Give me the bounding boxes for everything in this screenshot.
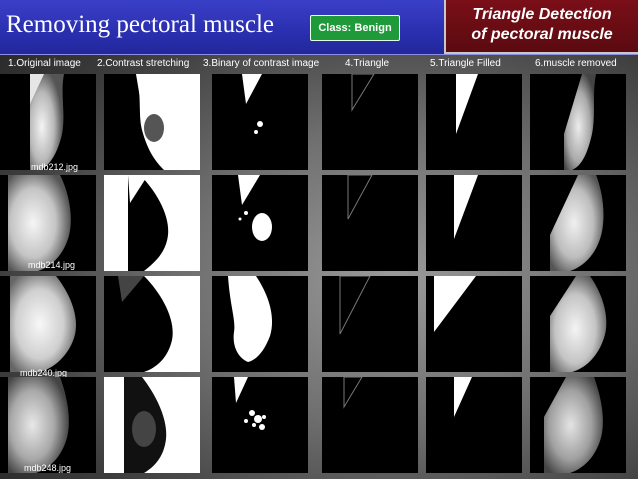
muscle-removed-image-mdb212 bbox=[530, 74, 626, 170]
muscle-removed-image-mdb240 bbox=[530, 276, 626, 372]
column-label-binary: 3.Binary of contrast image bbox=[203, 58, 320, 69]
triangle-image-mdb212 bbox=[322, 74, 418, 170]
binary-image-mdb214 bbox=[212, 175, 308, 271]
filename-mdb248: mdb248.jpg bbox=[24, 463, 72, 473]
column-label-triangle: 4.Triangle bbox=[345, 58, 390, 69]
binary-image-mdb212 bbox=[212, 74, 308, 170]
triangle-image-mdb240 bbox=[322, 276, 418, 372]
triangle-filled-image-mdb240 bbox=[426, 276, 522, 372]
binary-image-mdb248 bbox=[212, 377, 308, 473]
triangle-title-line1: Triangle Detection bbox=[472, 6, 612, 23]
triangle-filled-image-mdb212 bbox=[426, 74, 522, 170]
triangle-filled-image-mdb248 bbox=[426, 377, 522, 473]
triangle-title-line2: of pectoral muscle bbox=[471, 26, 613, 43]
slide-header: Removing pectoral muscle Class: Benign T… bbox=[0, 0, 638, 55]
filename-mdb214: mdb214.jpg bbox=[28, 260, 76, 270]
contrast-image-mdb248 bbox=[104, 377, 200, 473]
column-label-triangle-filled: 5.Triangle Filled bbox=[430, 58, 501, 69]
column-label-original: 1.Original image bbox=[8, 58, 81, 69]
original-image-mdb248 bbox=[0, 377, 96, 473]
slide-title: Removing pectoral muscle bbox=[6, 11, 274, 38]
original-image-mdb240 bbox=[0, 276, 96, 372]
contrast-image-mdb240 bbox=[104, 276, 200, 372]
contrast-image-mdb214 bbox=[104, 175, 200, 271]
column-label-contrast: 2.Contrast stretching bbox=[97, 58, 190, 69]
contrast-image-mdb212 bbox=[104, 74, 200, 170]
triangle-image-mdb214 bbox=[322, 175, 418, 271]
triangle-detection-box: Triangle Detection of pectoral muscle bbox=[444, 0, 638, 54]
filename-mdb212: mdb212.jpg bbox=[31, 162, 79, 172]
muscle-removed-image-mdb248 bbox=[530, 377, 626, 473]
original-image-mdb214 bbox=[0, 175, 96, 271]
binary-image-mdb240 bbox=[212, 276, 308, 372]
class-badge: Class: Benign bbox=[310, 15, 400, 41]
triangle-image-mdb248 bbox=[322, 377, 418, 473]
muscle-removed-image-mdb214 bbox=[530, 175, 626, 271]
original-image-mdb212 bbox=[0, 74, 96, 170]
column-label-muscle-removed: 6.muscle removed bbox=[535, 58, 617, 69]
triangle-filled-image-mdb214 bbox=[426, 175, 522, 271]
